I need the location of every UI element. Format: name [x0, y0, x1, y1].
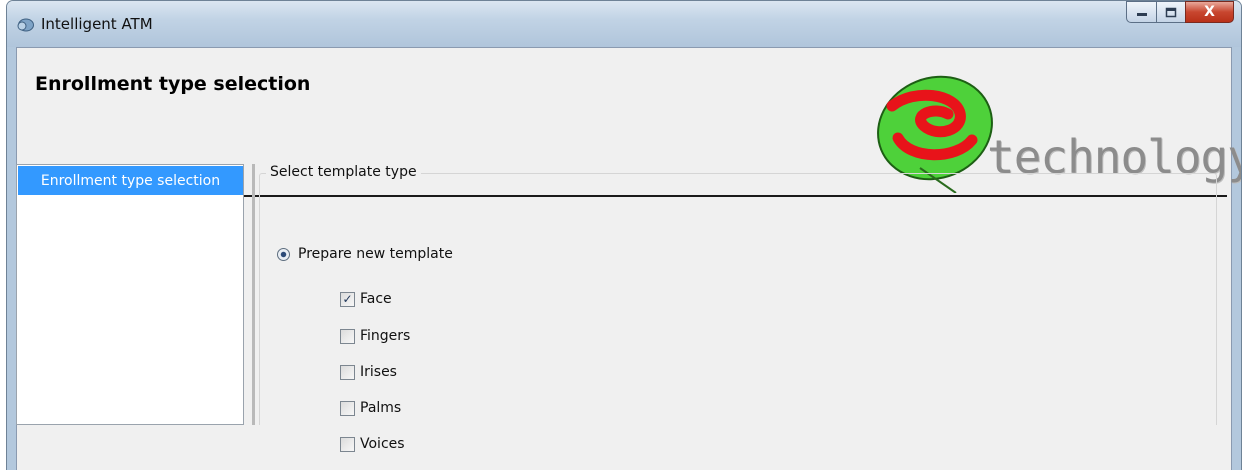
- atm-app-icon: [17, 18, 34, 32]
- minimize-button[interactable]: [1126, 1, 1156, 23]
- checkbox-checked-icon[interactable]: ✓: [340, 291, 355, 307]
- radio-selected-icon[interactable]: [277, 247, 290, 261]
- minimize-icon: [1136, 13, 1147, 16]
- close-button[interactable]: X: [1185, 1, 1234, 23]
- title-bar[interactable]: Intelligent ATM X: [7, 1, 1241, 47]
- window-title: Intelligent ATM: [41, 15, 153, 33]
- close-icon: X: [1204, 4, 1215, 20]
- checkbox-icon[interactable]: [340, 436, 355, 452]
- checkbox-label: Irises: [360, 364, 397, 380]
- checkbox-icon[interactable]: [340, 328, 355, 344]
- maximize-icon: [1165, 7, 1177, 17]
- sidebar-item-label: Enrollment type selection: [40, 172, 221, 189]
- radio-label: Prepare new template: [298, 246, 453, 262]
- group-legend: Select template type: [266, 164, 421, 180]
- maximize-button[interactable]: [1156, 1, 1185, 23]
- checkbox-label: Face: [360, 291, 392, 307]
- checkbox-icon[interactable]: [340, 400, 355, 416]
- sidebar-item-enrollment-type[interactable]: Enrollment type selection: [18, 166, 243, 195]
- prepare-new-template-radio[interactable]: Prepare new template: [277, 246, 453, 262]
- checkbox-label: Voices: [360, 436, 405, 452]
- page-title: Enrollment type selection: [35, 73, 311, 95]
- checkbox-icon[interactable]: [340, 364, 355, 380]
- checkbox-label: Fingers: [360, 328, 411, 344]
- checkbox-fingers[interactable]: Fingers: [340, 328, 410, 344]
- steps-sidebar: Enrollment type selection: [16, 164, 244, 425]
- checkbox-voices[interactable]: Voices: [340, 436, 405, 452]
- app-window: Intelligent ATM X Enrollment type select…: [6, 0, 1242, 470]
- checkbox-irises[interactable]: Irises: [340, 364, 397, 380]
- window-controls: X: [1126, 1, 1234, 25]
- checkbox-label: Palms: [360, 400, 402, 416]
- sidebar-splitter[interactable]: [252, 164, 255, 425]
- template-type-group: [259, 173, 1217, 425]
- checkbox-palms[interactable]: Palms: [340, 400, 401, 416]
- checkbox-face[interactable]: ✓ Face: [340, 291, 392, 307]
